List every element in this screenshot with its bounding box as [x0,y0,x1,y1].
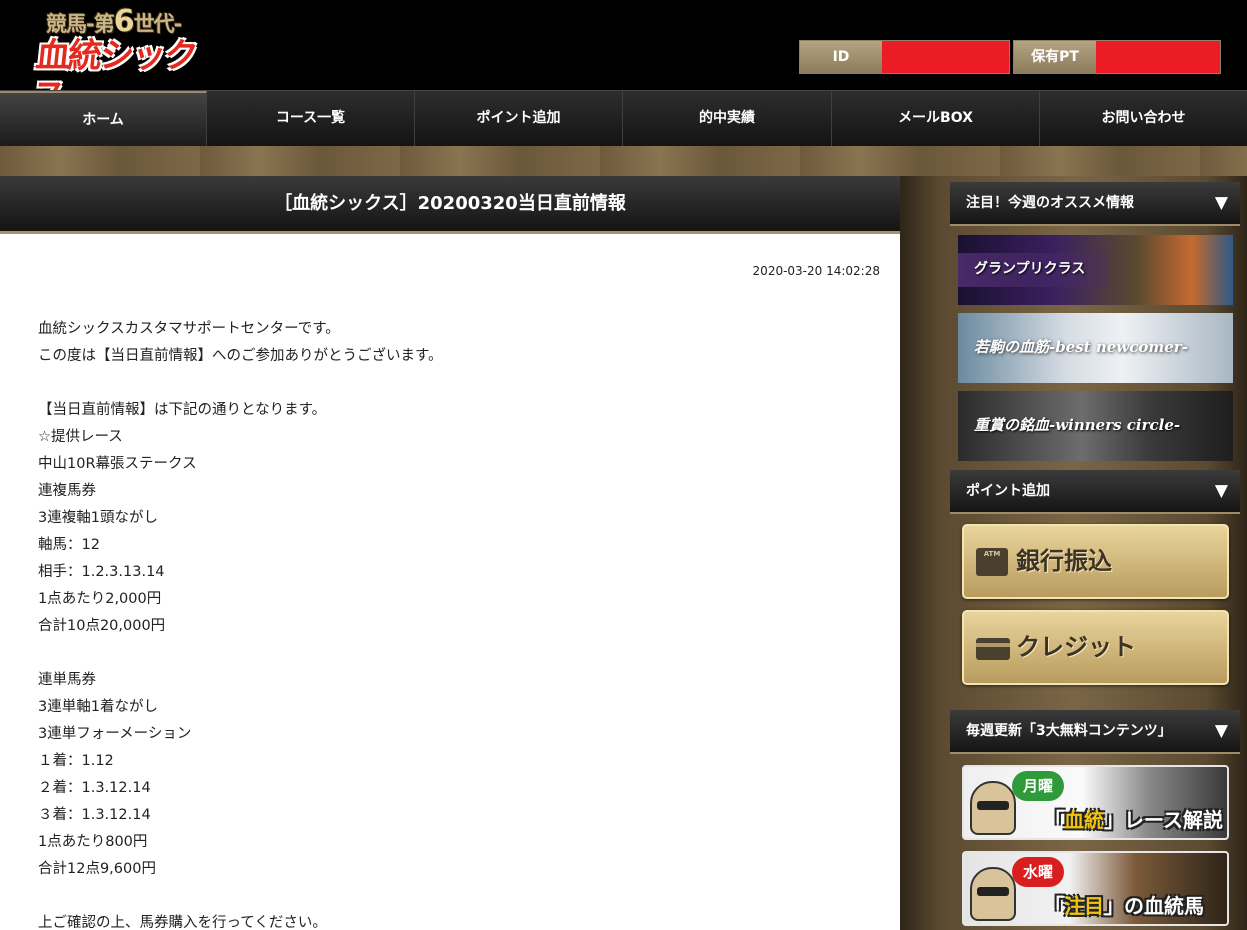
logo-title: 血統シックス [30,36,199,116]
nav-courses[interactable]: コース一覧 [207,91,415,146]
article-line [38,370,858,397]
nav-mailbox[interactable]: メールBOX [832,91,1040,146]
bank-transfer-label: 銀行振込 [1016,547,1112,575]
credit-card-icon [976,638,1010,660]
article-header: ［血統シックス］20200320当日直前情報 [0,176,900,234]
article-title: ［血統シックス］20200320当日直前情報 [274,193,626,214]
article-line: ３着：1.3.12.14 [38,807,151,823]
site-header: 競馬-第6世代- 血統シックス ID 保有PT [0,0,1247,117]
article-line: ☆提供レース [38,429,123,445]
recommend-header[interactable]: 注目！今週のオススメ情報 ▼ [950,182,1240,226]
free-content-header[interactable]: 毎週更新「3大無料コンテンツ」 ▼ [950,710,1240,754]
mascot-icon [970,781,1016,835]
grandprix-class-banner[interactable]: グランプリクラス [958,235,1233,305]
triangle-down-icon: ▼ [1214,481,1228,501]
nav-results[interactable]: 的中実績 [623,91,832,146]
article-line: 相手：1.2.3.13.14 [38,564,165,580]
winners-circle-label: 重賞の銘血-winners circle- [974,416,1181,434]
best-newcomer-banner[interactable]: 若駒の血筋-best newcomer- [958,313,1233,383]
sidebar: 注目！今週のオススメ情報 ▼ グランプリクラス 若駒の血筋-best newco… [900,176,1247,930]
article-line: 連単馬券 [38,672,96,688]
bank-transfer-button[interactable]: ATM 銀行振込 [962,524,1229,599]
mascot-icon [970,867,1016,921]
article-line [38,640,858,667]
article-line: 軸馬：12 [38,537,100,553]
nav-contact[interactable]: お問い合わせ [1040,91,1247,146]
article-line: 1点あたり2,000円 [38,591,162,607]
article-line: この度は【当日直前情報】へのご参加ありがとうございます。 [38,348,443,364]
points-box: 保有PT [1013,40,1221,74]
user-id-value [882,41,1009,73]
article-date: 2020-03-20 14:02:28 [752,264,880,278]
grandprix-class-label: グランプリクラス [974,261,1086,277]
logo-subtitle: 競馬-第6世代- [46,4,182,39]
wednesday-badge: 水曜 [1012,857,1064,887]
user-id-box: ID [799,40,1010,74]
credit-button[interactable]: クレジット [962,610,1229,685]
article-line: 【当日直前情報】は下記の通りとなります。 [38,402,327,418]
article-line: 血統シックスカスタマサポートセンターです。 [38,321,340,337]
article-line: １着：1.12 [38,753,114,769]
site-logo[interactable]: 競馬-第6世代- 血統シックス [30,4,216,117]
article-line: ２着：1.3.12.14 [38,780,151,796]
article-line: 上ご確認の上、馬券購入を行ってください。 [38,915,327,930]
monday-badge: 月曜 [1012,771,1064,801]
article-panel: ［血統シックス］20200320当日直前情報 2020-03-20 14:02:… [0,176,900,930]
article-line: 3連複軸1頭ながし [38,510,158,526]
article-line: 3連単フォーメーション [38,726,192,742]
best-newcomer-label: 若駒の血筋-best newcomer- [974,338,1188,356]
points-value [1096,41,1220,73]
wood-background [0,146,1247,176]
points-header-title: ポイント追加 [966,483,1050,499]
recommend-title: 注目！今週のオススメ情報 [966,195,1134,211]
article-body: 血統シックスカスタマサポートセンターです。 この度は【当日直前情報】へのご参加あ… [38,316,858,930]
credit-label: クレジット [1016,633,1136,661]
article-line: 連複馬券 [38,483,96,499]
monday-race-commentary-banner[interactable]: 月曜 「血統」レース解説 [962,765,1229,840]
article-line: 中山10R幕張ステークス [38,456,197,472]
wednesday-banner-text: 「注目」の血統馬 [1044,894,1204,918]
points-label: 保有PT [1014,41,1096,73]
article-line: 合計12点9,600円 [38,861,156,877]
wednesday-featured-horse-banner[interactable]: 水曜 「注目」の血統馬 [962,851,1229,926]
nav-add-points[interactable]: ポイント追加 [415,91,623,146]
monday-banner-text: 「血統」レース解説 [1044,808,1223,832]
free-content-title: 毎週更新「3大無料コンテンツ」 [966,723,1172,739]
winners-circle-banner[interactable]: 重賞の銘血-winners circle- [958,391,1233,461]
triangle-down-icon: ▼ [1214,193,1228,213]
article-line: 3連単軸1着ながし [38,699,158,715]
article-line: 1点あたり800円 [38,834,148,850]
points-header[interactable]: ポイント追加 ▼ [950,470,1240,514]
nav-home[interactable]: ホーム [0,91,207,146]
user-id-label: ID [800,41,882,73]
article-line [38,883,858,910]
triangle-down-icon: ▼ [1214,721,1228,741]
main-nav: ホーム コース一覧 ポイント追加 的中実績 メールBOX お問い合わせ [0,90,1247,146]
atm-icon: ATM [976,548,1008,576]
article-line: 合計10点20,000円 [38,618,166,634]
